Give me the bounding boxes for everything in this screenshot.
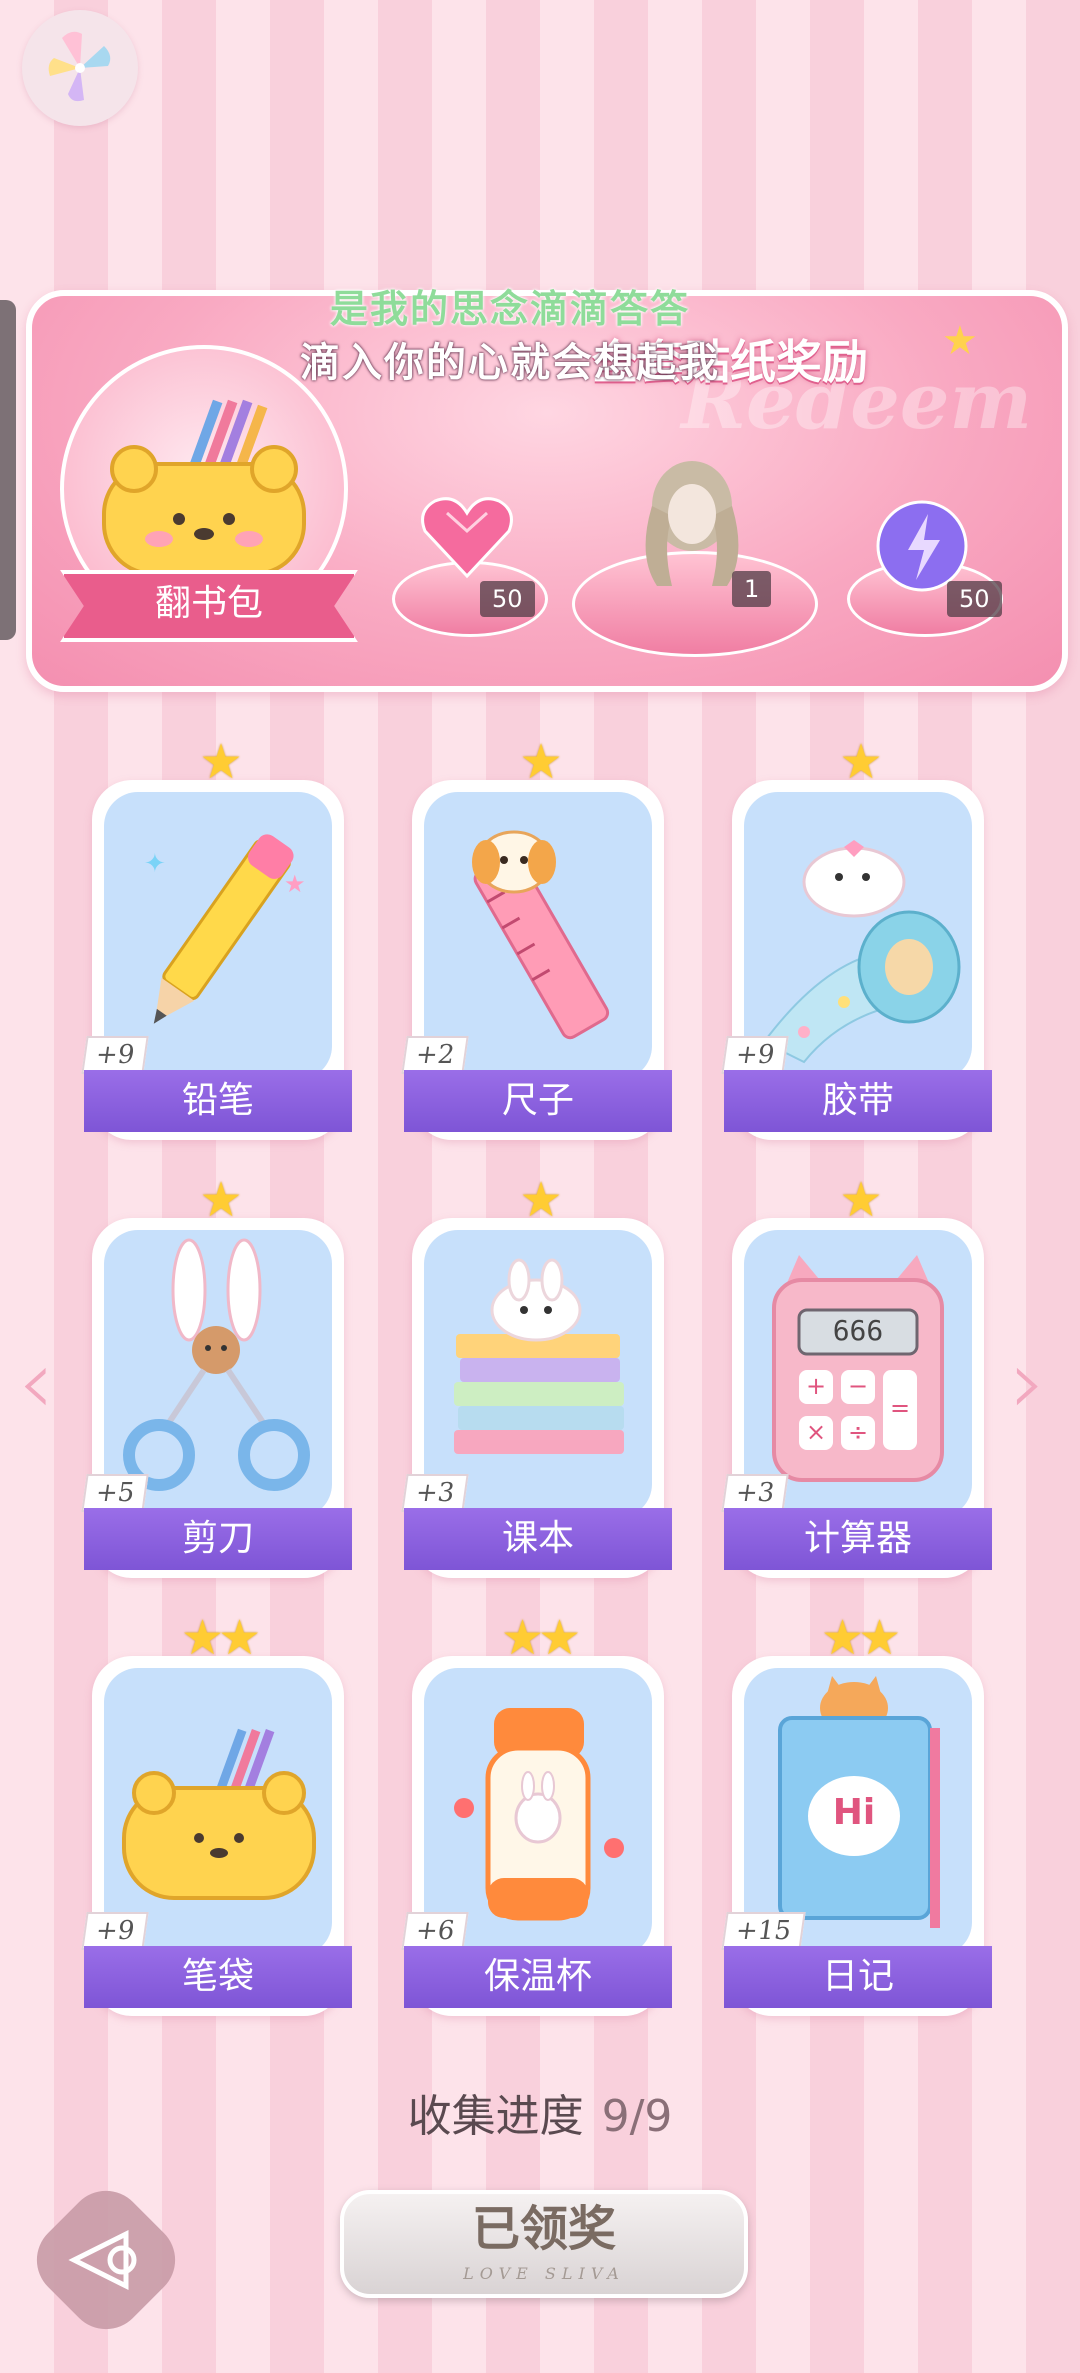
star-rating: ★ [519,1172,562,1228]
diary-hi-text: Hi [832,1792,876,1833]
sticker-card-scissors[interactable]: ★ +5 剪刀 [81,1172,352,1578]
bonus-badge: +3 [401,1474,469,1512]
claimed-button[interactable]: 已领奖 LOVE SLIVA [340,2190,748,2298]
svg-text:✦: ✦ [144,849,166,879]
progress-value: 9/9 [601,2091,673,2142]
star-rating: ★ [199,1172,242,1228]
bag-label-ribbon[interactable]: 翻书包 [60,570,358,642]
card-label: 剪刀 [84,1508,352,1570]
star-rating: ★★ [820,1610,901,1666]
claim-button-label: 已领奖 [471,2201,616,2257]
sticker-card-diary[interactable]: ★★ Hi +15 日记 [721,1610,992,2016]
card-label: 保温杯 [404,1946,672,2008]
star-rating: ★ [839,1172,882,1228]
sticker-card-ruler[interactable]: ★ +2 尺子 [401,734,672,1140]
collection-progress: 收集进度 9/9 [0,2080,1080,2144]
star-rating: ★ [519,734,562,790]
svg-text:−: − [848,1372,868,1400]
bonus-badge: +2 [401,1036,469,1074]
card-label: 笔袋 [84,1946,352,2008]
star-rating: ★★ [180,1610,261,1666]
app-logo[interactable] [22,10,138,126]
sticker-card-textbook[interactable]: ★ +3 课本 [401,1172,672,1578]
caption-line-2: 滴入你的心就会想起我 [300,340,720,386]
prev-page-arrow[interactable]: ‹ [18,1330,54,1435]
svg-text:÷: ÷ [848,1418,868,1446]
claim-button-subtitle: LOVE SLIVA [463,2264,625,2283]
sticker-card-thermos[interactable]: ★★ +6 保温杯 [401,1610,672,2016]
star-rating: ★ [839,734,882,790]
sticker-card-pencil[interactable]: ★ ✦ ★ +9 铅笔 [81,734,352,1140]
calculator-display: 666 [832,1314,884,1347]
pinwheel-icon [48,31,111,102]
card-label: 铅笔 [84,1070,352,1132]
bonus-badge: +9 [81,1036,149,1074]
sticker-card-tape[interactable]: ★ +9 胶带 [721,734,992,1140]
reward-count: 1 [732,571,772,607]
caption-line-1: 是我的思念滴滴答答 [330,287,691,331]
svg-text:+: + [806,1372,826,1400]
svg-text:★: ★ [284,870,306,898]
card-label: 胶带 [724,1070,992,1132]
star-icon: ★ [942,318,978,364]
bonus-badge: +9 [81,1912,149,1950]
bonus-badge: +15 [721,1912,806,1950]
card-label: 课本 [404,1508,672,1570]
card-label: 日记 [724,1946,992,2008]
star-rating: ★ [199,734,242,790]
bonus-badge: +9 [721,1036,789,1074]
reward-count: 50 [480,581,535,617]
svg-text:×: × [806,1418,826,1446]
card-label: 计算器 [724,1508,992,1570]
bonus-badge: +3 [721,1474,789,1512]
progress-label: 收集进度 [407,2091,584,2142]
reward-count: 50 [947,581,1002,617]
side-drawer-handle[interactable] [0,300,16,640]
star-rating: ★★ [500,1610,581,1666]
bonus-badge: +6 [401,1912,469,1950]
heart-gem-icon[interactable] [417,491,517,581]
svg-text:=: = [890,1394,910,1422]
sticker-card-pencil-case[interactable]: ★★ +9 笔袋 [81,1610,352,2016]
sticker-card-calculator[interactable]: ★ + − × ÷ = 666 +3 计算器 [721,1172,992,1578]
bonus-badge: +5 [81,1474,149,1512]
back-arrow-icon [68,2229,137,2291]
next-page-arrow[interactable]: › [1010,1330,1046,1435]
card-label: 尺子 [404,1070,672,1132]
